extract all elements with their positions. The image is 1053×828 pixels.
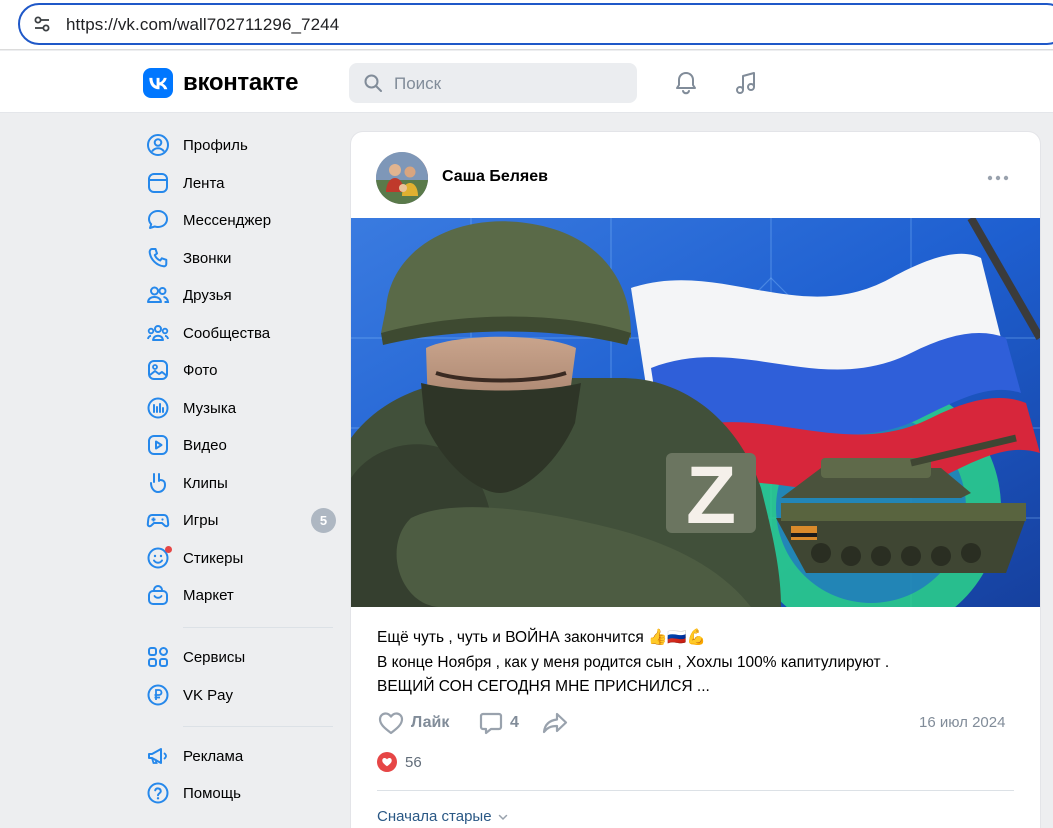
vk-header: вконтакте Поиск bbox=[0, 51, 1053, 113]
search-placeholder: Поиск bbox=[394, 74, 442, 93]
sidebar-item-stickers[interactable]: Стикеры bbox=[140, 541, 340, 575]
sidebar-item-label: Реклама bbox=[183, 747, 244, 765]
notifications-bell-icon[interactable] bbox=[672, 69, 700, 97]
sidebar-item-label: Сервисы bbox=[183, 648, 246, 666]
search-icon bbox=[364, 74, 382, 92]
sidebar-item-label: Клипы bbox=[183, 474, 228, 492]
sidebar-item-market[interactable]: Маркет bbox=[140, 578, 340, 612]
sidebar-item-calls[interactable]: Звонки bbox=[140, 241, 340, 275]
megaphone-icon bbox=[145, 743, 171, 769]
sidebar-item-help[interactable]: Помощь bbox=[140, 776, 340, 810]
sidebar-item-clips[interactable]: Клипы bbox=[140, 466, 340, 500]
address-bar[interactable]: https://vk.com/wall702711296_7244 bbox=[18, 3, 1053, 45]
heart-outline-icon bbox=[378, 712, 404, 735]
newsfeed-icon bbox=[145, 170, 171, 196]
search-input[interactable]: Поиск bbox=[349, 63, 637, 103]
reactions-count: 56 bbox=[405, 753, 422, 771]
soldier-flag-tank-illustration: Z bbox=[351, 218, 1040, 607]
gamepad-icon bbox=[145, 507, 171, 533]
video-icon bbox=[145, 432, 171, 458]
comments-sort-dropdown[interactable]: Сначала старые bbox=[377, 808, 509, 825]
sort-label: Сначала старые bbox=[377, 808, 492, 825]
ruble-icon bbox=[145, 682, 171, 708]
sidebar-item-label: Сообщества bbox=[183, 324, 271, 342]
like-label: Лайк bbox=[411, 714, 450, 731]
music-note-icon[interactable] bbox=[732, 69, 760, 97]
communities-icon bbox=[145, 320, 171, 346]
photo-icon bbox=[145, 357, 171, 383]
message-icon bbox=[145, 207, 171, 233]
sidebar-item-services[interactable]: Сервисы bbox=[140, 640, 340, 674]
bag-icon bbox=[145, 582, 171, 608]
user-circle-icon bbox=[145, 132, 171, 158]
comments-divider bbox=[377, 790, 1014, 791]
post-text-line: В конце Ноября , как у меня родится сын … bbox=[377, 653, 890, 671]
wall-post: Саша Беляев Z Ещё чуть , чуть и ВОЙНА за… bbox=[351, 132, 1040, 828]
author-avatar[interactable] bbox=[376, 152, 428, 204]
sidebar-item-label: Фото bbox=[183, 361, 218, 379]
sidebar-item-communities[interactable]: Сообщества bbox=[140, 316, 340, 350]
post-text-line: Ещё чуть , чуть и ВОЙНА закончится 👍🇷🇺💪 bbox=[377, 629, 706, 646]
sidebar-item-label: Стикеры bbox=[183, 549, 244, 567]
reactions-summary[interactable]: 56 bbox=[377, 752, 422, 772]
sidebar-item-video[interactable]: Видео bbox=[140, 428, 340, 462]
post-author-name[interactable]: Саша Беляев bbox=[442, 168, 548, 186]
sidebar-item-label: Мессенджер bbox=[183, 211, 272, 229]
comment-icon bbox=[479, 712, 503, 735]
z-letter: Z bbox=[686, 450, 736, 541]
clips-icon bbox=[145, 470, 171, 496]
comment-button[interactable]: 4 bbox=[478, 708, 519, 738]
sidebar-item-label: Маркет bbox=[183, 586, 234, 604]
sidebar-item-friends[interactable]: Друзья bbox=[140, 278, 340, 312]
new-indicator-dot bbox=[165, 546, 172, 553]
help-icon bbox=[145, 780, 171, 806]
services-grid-icon bbox=[145, 644, 171, 670]
site-settings-icon[interactable] bbox=[32, 14, 52, 34]
sidebar-item-label: VK Pay bbox=[183, 686, 234, 704]
sidebar-item-profile[interactable]: Профиль bbox=[140, 128, 340, 162]
post-text-line: ВЕЩИЙ СОН СЕГОДНЯ МНЕ ПРИСНИЛСЯ ... bbox=[377, 678, 710, 695]
friends-icon bbox=[145, 282, 171, 308]
chevron-down-icon bbox=[498, 814, 507, 820]
more-options-icon[interactable] bbox=[986, 168, 1010, 188]
post-text: Ещё чуть , чуть и ВОЙНА закончится 👍🇷🇺💪 … bbox=[377, 626, 1017, 700]
smile-icon bbox=[145, 545, 172, 571]
post-image[interactable]: Z bbox=[351, 218, 1040, 607]
sidebar-item-ads[interactable]: Реклама bbox=[140, 739, 340, 773]
sidebar-item-label: Друзья bbox=[183, 286, 232, 304]
vk-logo-icon[interactable] bbox=[143, 68, 173, 98]
sidebar-item-feed[interactable]: Лента bbox=[140, 166, 340, 200]
music-icon bbox=[145, 395, 171, 421]
sidebar-item-label: Помощь bbox=[183, 784, 241, 802]
sidebar-item-label: Звонки bbox=[183, 249, 232, 267]
sidebar-item-messenger[interactable]: Мессенджер bbox=[140, 203, 340, 237]
sidebar-item-label: Профиль bbox=[183, 136, 248, 154]
sidebar-item-photos[interactable]: Фото bbox=[140, 353, 340, 387]
sidebar-divider bbox=[183, 627, 333, 628]
comments-count: 4 bbox=[510, 714, 519, 731]
sidebar-item-games[interactable]: Игры 5 bbox=[140, 503, 340, 537]
games-count-badge: 5 bbox=[311, 508, 336, 533]
share-icon[interactable] bbox=[541, 710, 569, 736]
phone-icon bbox=[145, 245, 171, 271]
sidebar-item-label: Видео bbox=[183, 436, 227, 454]
vk-wordmark[interactable]: вконтакте bbox=[183, 69, 298, 97]
browser-bar: https://vk.com/wall702711296_7244 bbox=[0, 0, 1053, 50]
url-text[interactable]: https://vk.com/wall702711296_7244 bbox=[66, 15, 339, 35]
sidebar-divider bbox=[183, 726, 333, 727]
heart-reaction-icon bbox=[377, 752, 397, 772]
sidebar-item-label: Игры bbox=[183, 511, 219, 529]
like-button[interactable]: Лайк bbox=[377, 708, 449, 738]
sidebar-item-music[interactable]: Музыка bbox=[140, 391, 340, 425]
sidebar-item-label: Лента bbox=[183, 174, 225, 192]
sidebar-item-vkpay[interactable]: VK Pay bbox=[140, 678, 340, 712]
sidebar-item-label: Музыка bbox=[183, 399, 237, 417]
post-date[interactable]: 16 июл 2024 bbox=[919, 714, 1005, 731]
